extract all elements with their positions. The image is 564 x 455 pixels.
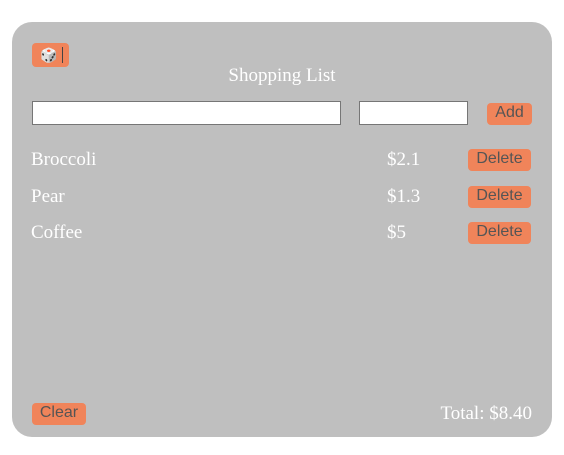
text-cursor [62,47,63,63]
list-item: Broccoli $2.1 Delete [12,148,552,172]
item-price: $1.3 [387,186,421,207]
shopping-list-card: 🎲 Shopping List Add Broccoli $2.1 Delete… [12,22,552,437]
item-price-input[interactable] [359,101,468,125]
list-item: Pear $1.3 Delete [12,185,552,209]
item-price: $5 [387,222,406,243]
item-name-input[interactable] [32,101,341,125]
item-name: Pear [31,186,65,207]
list-item: Coffee $5 Delete [12,221,552,245]
add-button[interactable]: Add [487,103,532,125]
clear-button[interactable]: Clear [32,403,86,425]
delete-button[interactable]: Delete [468,222,531,244]
dice-icon: 🎲 [40,47,58,63]
random-item-button[interactable]: 🎲 [32,43,69,67]
item-name: Coffee [31,222,83,243]
total-label: Total: $8.40 [440,403,532,424]
delete-button[interactable]: Delete [468,149,531,171]
item-price: $2.1 [387,149,421,170]
delete-button[interactable]: Delete [468,186,531,208]
page-title: Shopping List [228,65,336,86]
item-name: Broccoli [31,149,97,170]
